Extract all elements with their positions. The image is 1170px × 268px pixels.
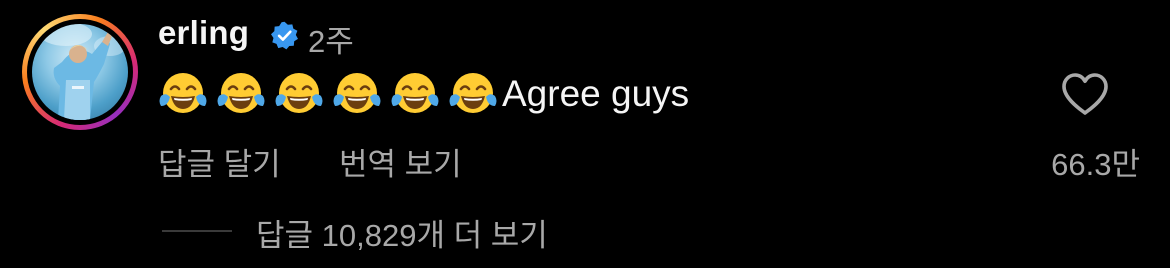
comment-username[interactable]: erling bbox=[158, 14, 249, 52]
avatar-player-image bbox=[40, 24, 126, 120]
laughing-tears-emoji-icon bbox=[448, 69, 498, 119]
comment-text: Agree guys bbox=[502, 73, 690, 114]
verified-badge-icon bbox=[270, 21, 299, 50]
laughing-tears-emoji-icon bbox=[274, 69, 324, 119]
laughing-tears-emoji-icon bbox=[158, 69, 208, 119]
view-replies-button[interactable]: 답글 10,829개 더 보기 bbox=[256, 210, 548, 255]
comment-item: erling 2주 Agree guys 답글 달기 번역 보기 66.3만 답… bbox=[0, 0, 1170, 268]
avatar-ring-gap bbox=[27, 19, 133, 125]
see-translation-button[interactable]: 번역 보기 bbox=[339, 139, 462, 184]
laughing-tears-emoji-icon bbox=[332, 69, 382, 119]
avatar bbox=[32, 24, 128, 120]
heart-outline-icon[interactable] bbox=[1060, 72, 1110, 116]
replies-divider-line bbox=[162, 230, 232, 232]
reply-button[interactable]: 답글 달기 bbox=[158, 139, 281, 184]
laughing-tears-emoji-icon bbox=[216, 69, 266, 119]
comment-timestamp: 2주 bbox=[308, 24, 354, 59]
laughing-tears-emoji-icon bbox=[390, 69, 440, 119]
comment-body: Agree guys bbox=[158, 70, 689, 118]
avatar-story-ring[interactable] bbox=[22, 14, 138, 130]
like-count: 66.3만 bbox=[1051, 147, 1140, 182]
